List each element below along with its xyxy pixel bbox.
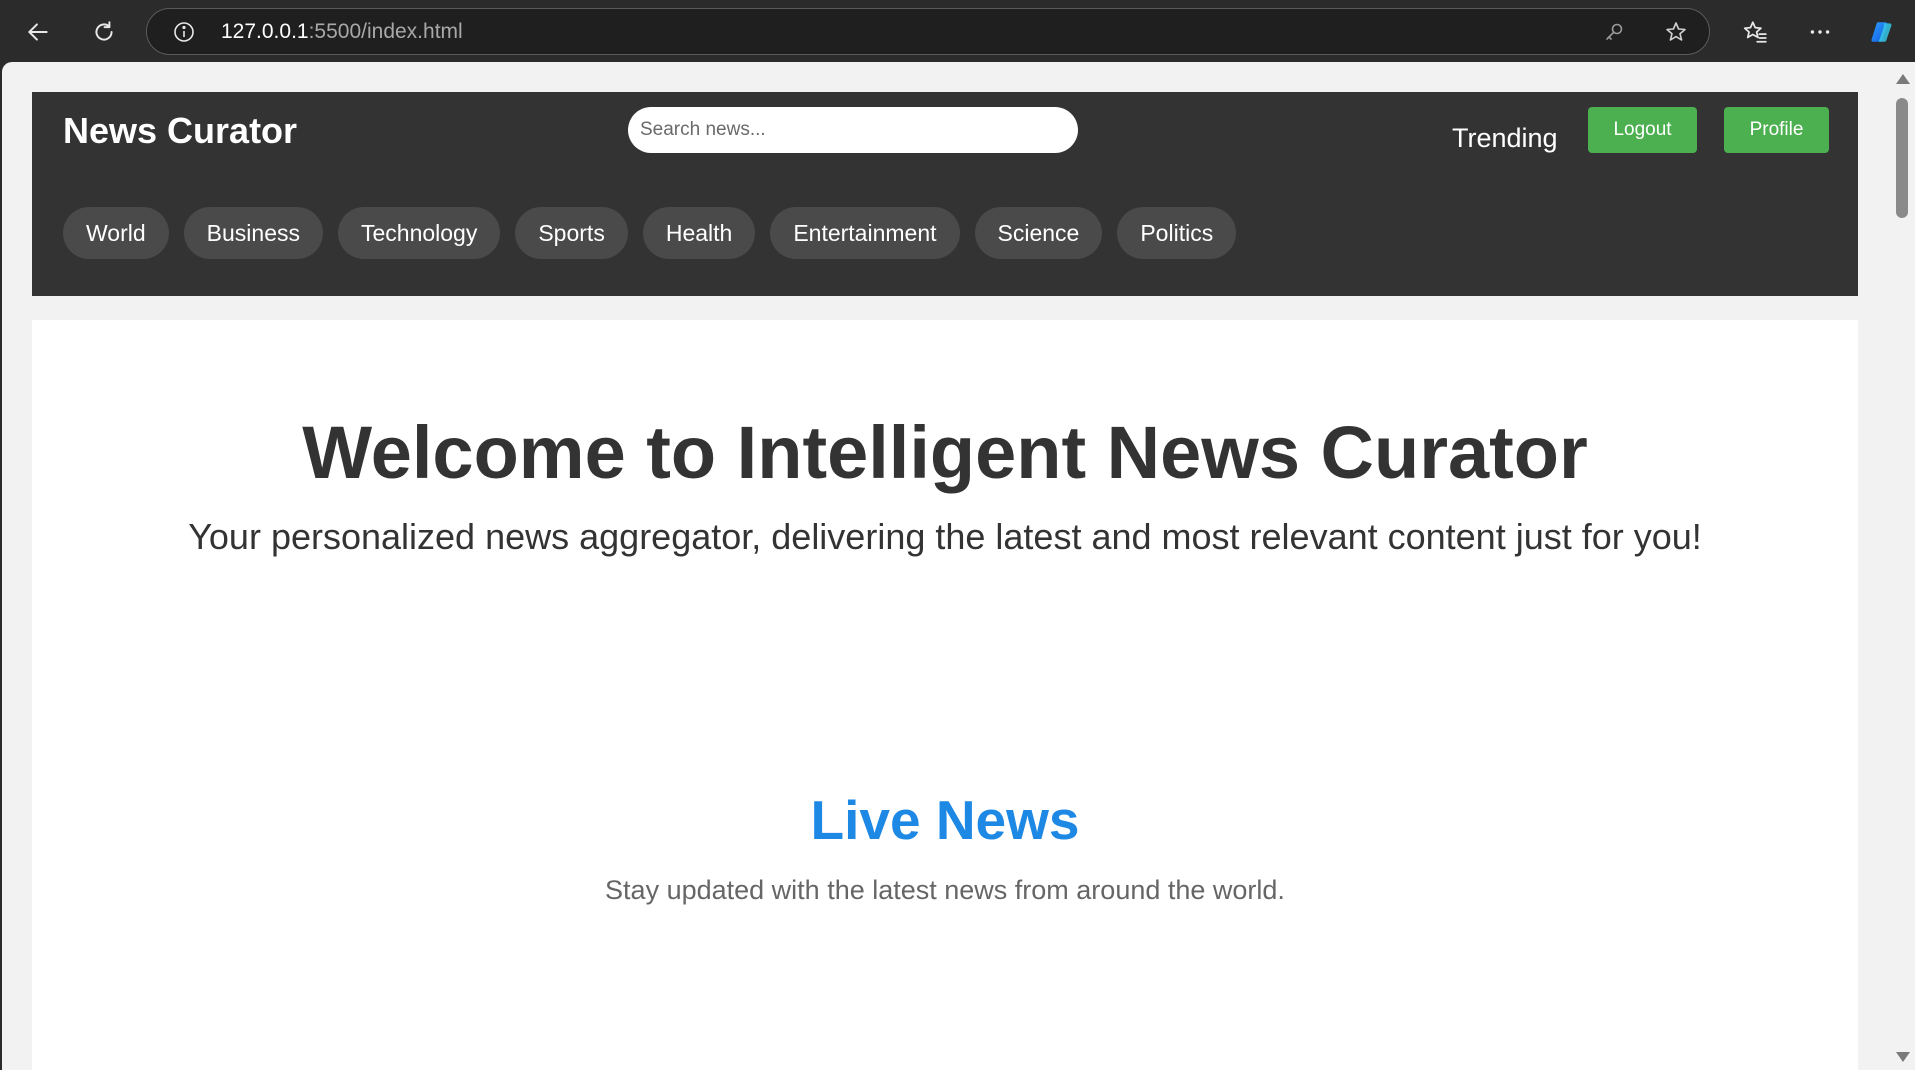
scroll-thumb[interactable] (1896, 98, 1908, 218)
logout-button[interactable]: Logout (1588, 107, 1697, 153)
category-health[interactable]: Health (642, 207, 756, 259)
url-path: :5500/index.html (308, 20, 463, 43)
more-icon[interactable] (1800, 12, 1840, 52)
star-icon[interactable] (1663, 19, 1689, 45)
category-business[interactable]: Business (183, 207, 323, 259)
address-bar[interactable]: 127.0.0.1:5500/index.html (146, 8, 1710, 55)
trending-link[interactable]: Trending (1452, 122, 1558, 154)
info-icon[interactable] (171, 19, 197, 45)
reload-icon[interactable] (84, 12, 124, 52)
profile-button[interactable]: Profile (1724, 107, 1829, 153)
site-header: News Curator Trending Logout Profile Wor… (32, 92, 1858, 296)
url-host: 127.0.0.1 (221, 20, 309, 43)
favorites-icon[interactable] (1735, 12, 1775, 52)
back-arrow-icon[interactable] (18, 12, 58, 52)
scroll-down-icon[interactable] (1896, 1052, 1910, 1062)
category-politics[interactable]: Politics (1117, 207, 1237, 259)
category-technology[interactable]: Technology (337, 207, 501, 259)
site-logo[interactable]: News Curator (63, 110, 297, 152)
scroll-up-icon[interactable] (1896, 74, 1910, 84)
live-news-title: Live News (810, 789, 1080, 851)
live-news-subtitle: Stay updated with the latest news from a… (605, 875, 1285, 905)
hero-subtitle: Your personalized news aggregator, deliv… (188, 516, 1702, 557)
key-icon[interactable] (1601, 19, 1627, 45)
category-science[interactable]: Science (974, 207, 1103, 259)
category-entertainment[interactable]: Entertainment (770, 207, 960, 259)
hero-title: Welcome to Intelligent News Curator (302, 411, 1588, 494)
search-input[interactable] (628, 107, 1078, 153)
vertical-scrollbar[interactable] (1890, 62, 1915, 1070)
category-sports[interactable]: Sports (515, 207, 628, 259)
category-world[interactable]: World (63, 207, 169, 259)
page-viewport: News Curator Trending Logout Profile Wor… (2, 62, 1890, 1070)
url-text[interactable]: 127.0.0.1:5500/index.html (221, 21, 463, 43)
category-nav: World Business Technology Sports Health … (63, 207, 1237, 259)
copilot-icon[interactable] (1862, 12, 1902, 52)
browser-toolbar: 127.0.0.1:5500/index.html (0, 0, 1915, 62)
main-content: Welcome to Intelligent News Curator Your… (32, 320, 1858, 1070)
